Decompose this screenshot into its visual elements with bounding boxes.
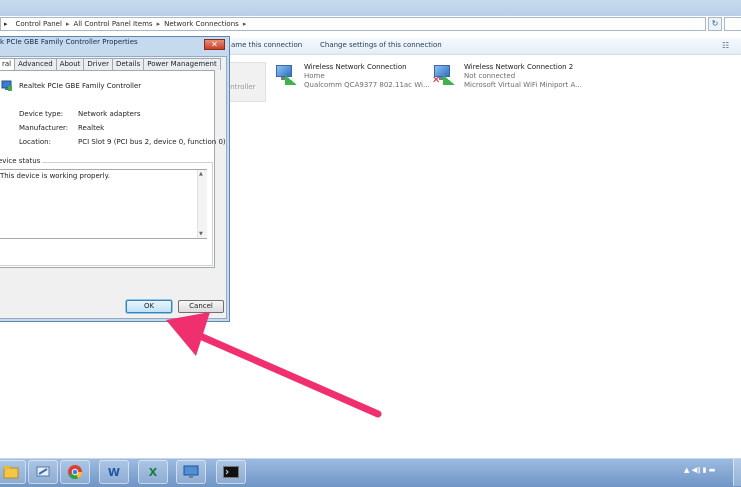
taskbar-command-prompt-button[interactable]	[216, 460, 246, 484]
disconnected-x-icon: ✕	[432, 75, 441, 86]
device-status-legend: evice status	[0, 157, 43, 165]
search-input[interactable]	[724, 17, 741, 31]
breadcrumb-arrow-icon: ▸	[4, 20, 8, 28]
network-adapter-icon	[1, 80, 13, 92]
address-bar[interactable]: ▸ Control Panel ▸ All Control Panel Item…	[0, 17, 706, 31]
cancel-button[interactable]: Cancel	[178, 300, 224, 313]
status-scrollbar[interactable]	[197, 170, 207, 238]
ok-button[interactable]: OK	[126, 300, 172, 313]
location-value: PCI Slot 9 (PCI bus 2, device 0, functio…	[78, 138, 226, 146]
breadcrumb-network-connections[interactable]: Network Connections	[164, 20, 239, 28]
manufacturer-label: Manufacturer:	[19, 124, 69, 132]
system-tray[interactable]: ▲ ◀ǁ ▮ ▬	[684, 466, 715, 474]
device-status-text: This device is working properly.	[0, 172, 110, 180]
close-button[interactable]: ✕	[204, 39, 225, 50]
breadcrumb-separator-icon: ▸	[242, 20, 247, 28]
change-settings-command[interactable]: Change settings of this connection	[320, 41, 442, 49]
rename-connection-command[interactable]: ame this connection	[231, 41, 302, 49]
dialog-tabs: ral Advanced About Driver Details Power …	[0, 58, 221, 71]
refresh-icon: ↻	[711, 19, 719, 28]
breadcrumb-separator-icon: ▸	[156, 20, 161, 28]
tab-details[interactable]: Details	[111, 58, 145, 70]
folder-icon	[3, 466, 19, 479]
wireless-connection-icon[interactable]	[274, 63, 298, 87]
close-icon: ✕	[211, 40, 218, 49]
breadcrumb-all-items[interactable]: All Control Panel Items	[73, 20, 152, 28]
tab-about[interactable]: About	[55, 58, 85, 70]
tab-power-management[interactable]: Power Management	[143, 58, 221, 70]
taskbar-chrome-button[interactable]	[60, 460, 90, 484]
signal-bars-icon	[443, 75, 455, 85]
connection-name[interactable]: Wireless Network Connection	[304, 63, 407, 71]
scroll-down-icon[interactable]: ▼	[199, 231, 203, 237]
signal-bars-icon	[285, 75, 297, 85]
connection-adapter: Microsoft Virtual WiFi Miniport A...	[464, 81, 582, 89]
show-desktop-button[interactable]	[733, 459, 741, 486]
ethernet-connection-label: ontroller	[226, 83, 256, 91]
breadcrumb-control-panel[interactable]: Control Panel	[16, 20, 62, 28]
word-icon: W	[107, 465, 121, 479]
taskbar-explorer-button[interactable]	[0, 460, 26, 484]
manufacturer-value: Realtek	[78, 124, 105, 132]
excel-icon: X	[148, 465, 158, 479]
chrome-icon	[68, 465, 82, 480]
connection-name[interactable]: Wireless Network Connection 2	[464, 63, 573, 71]
tab-advanced[interactable]: Advanced	[14, 58, 57, 70]
device-name: Realtek PCIe GBE Family Controller	[19, 82, 142, 90]
wireless-connection-2-icon[interactable]: ✕	[432, 63, 456, 87]
connection-network: Home	[304, 72, 325, 80]
command-prompt-icon	[223, 466, 239, 478]
connection-status: Not connected	[464, 72, 516, 80]
network-tool-icon	[36, 466, 50, 477]
refresh-button[interactable]: ↻	[708, 17, 722, 31]
location-label: Location:	[19, 138, 51, 146]
tab-driver[interactable]: Driver	[83, 58, 113, 70]
connection-adapter: Qualcomm QCA9377 802.11ac Wi...	[304, 81, 430, 89]
ethernet-connection-tile[interactable]	[226, 62, 266, 102]
taskbar-excel-button[interactable]: X	[138, 460, 168, 484]
device-type-value: Network adapters	[78, 110, 141, 118]
taskbar-network-tool-button[interactable]	[28, 460, 58, 484]
taskbar-word-button[interactable]: W	[99, 460, 129, 484]
scroll-up-icon[interactable]: ▲	[199, 171, 203, 177]
views-icon[interactable]: ☷	[722, 41, 729, 50]
dialog-title: k PCIe GBE Family Controller Properties	[0, 38, 138, 46]
device-type-label: Device type:	[19, 110, 64, 118]
window-title-strip	[0, 0, 741, 16]
breadcrumb-separator-icon: ▸	[65, 20, 70, 28]
remote-desktop-icon	[183, 465, 199, 478]
taskbar-remote-desktop-button[interactable]	[176, 460, 206, 484]
